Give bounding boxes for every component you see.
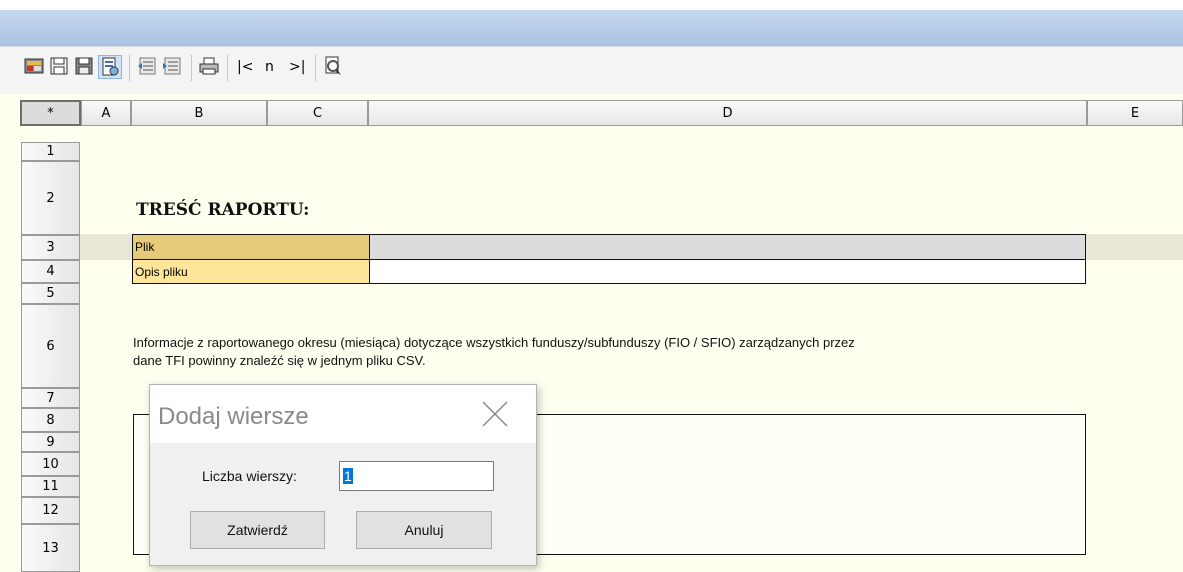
confirm-button[interactable]: Zatwierdź	[190, 511, 325, 549]
last-record-button[interactable]: >|	[289, 59, 305, 75]
toolbar: |< n >|	[0, 46, 1183, 95]
row-header-11[interactable]: 11	[21, 476, 80, 497]
go-to-record-button[interactable]: n	[265, 59, 274, 75]
column-header-c[interactable]: C	[267, 100, 368, 126]
refresh-document-icon[interactable]	[322, 55, 344, 77]
row-header-6[interactable]: 6	[21, 304, 80, 388]
file-value-cell[interactable]	[369, 234, 1086, 260]
select-all-header[interactable]: *	[20, 100, 81, 126]
file-label-cell[interactable]: Plik	[132, 234, 370, 260]
row-header-10[interactable]: 10	[21, 452, 80, 476]
dialog-titlebar: Dodaj wiersze	[150, 385, 536, 443]
row-header-1[interactable]: 1	[21, 142, 80, 161]
save-icon[interactable]	[48, 55, 70, 77]
row-header-12[interactable]: 12	[21, 497, 80, 524]
row-header-5[interactable]: 5	[21, 283, 80, 304]
add-rows-dialog: Dodaj wiersze Liczba wierszy: 1 Zatwierd…	[149, 384, 537, 566]
row-header-13[interactable]: 13	[21, 524, 80, 572]
toolbar-separator	[227, 55, 228, 81]
row-header-9[interactable]: 9	[21, 432, 80, 452]
row-header-3[interactable]: 3	[21, 235, 80, 260]
rows-count-label: Liczba wierszy:	[202, 468, 297, 484]
row-header-4[interactable]: 4	[21, 260, 80, 283]
info-text: Informacje z raportowanego okresu (miesi…	[133, 334, 1093, 370]
row-header-8[interactable]: 8	[21, 408, 80, 432]
print-icon[interactable]	[198, 55, 220, 77]
first-record-button[interactable]: |<	[237, 59, 253, 75]
row-header-2[interactable]: 2	[21, 161, 80, 235]
column-header-e[interactable]: E	[1087, 100, 1183, 126]
file-description-value-cell[interactable]	[369, 259, 1086, 284]
column-header-b[interactable]: B	[131, 100, 267, 126]
dialog-title: Dodaj wiersze	[158, 403, 309, 430]
close-icon[interactable]	[480, 399, 510, 429]
rows-count-input[interactable]: 1	[339, 461, 494, 491]
column-header-a[interactable]: A	[81, 100, 131, 126]
column-header-d[interactable]: D	[368, 100, 1087, 126]
open-report-icon[interactable]	[23, 55, 45, 77]
toolbar-separator	[129, 55, 130, 81]
document-settings-icon[interactable]	[98, 55, 122, 79]
delete-rows-icon[interactable]	[161, 55, 183, 77]
toolbar-separator	[315, 55, 316, 81]
rows-count-value: 1	[343, 468, 353, 484]
cancel-button[interactable]: Anuluj	[356, 511, 492, 549]
insert-rows-icon[interactable]	[136, 55, 158, 77]
info-line-1: Informacje z raportowanego okresu (miesi…	[133, 335, 855, 350]
toolbar-separator	[191, 55, 192, 81]
info-line-2: dane TFI powinny znaleźć się w jednym pl…	[133, 353, 426, 368]
window-titlebar	[0, 10, 1183, 46]
save-as-icon[interactable]	[73, 55, 95, 77]
file-description-label-cell[interactable]: Opis pliku	[132, 259, 370, 284]
report-title: TREŚĆ RAPORTU:	[136, 200, 310, 220]
row-header-7[interactable]: 7	[21, 388, 80, 408]
